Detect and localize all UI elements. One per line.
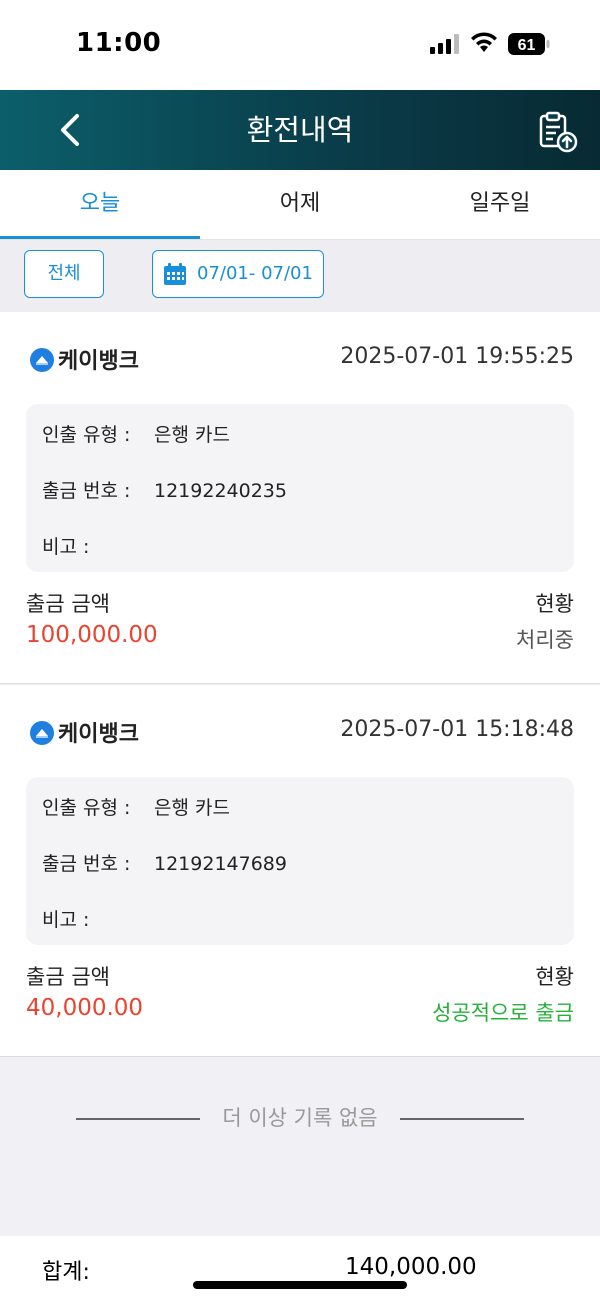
back-button[interactable]: [50, 110, 90, 150]
note-row: 비고 :: [42, 532, 154, 559]
filter-bar: 전체 07/01- 07/01: [0, 240, 600, 312]
cellular-signal-icon: [430, 34, 459, 54]
amount-value: 40,000.00: [26, 995, 144, 1021]
withdraw-type-row: 인출 유형 : 은행 카드: [42, 420, 230, 447]
battery-icon: 61: [508, 33, 550, 55]
divider-right: [400, 1118, 524, 1120]
tab-yesterday[interactable]: 어제: [200, 170, 400, 240]
end-of-list-note: 더 이상 기록 없음: [0, 1100, 600, 1136]
withdraw-type-label: 인출 유형 :: [42, 797, 131, 819]
note-label: 비고 :: [42, 536, 90, 558]
order-number-row: 출금 번호 : 12192147689: [42, 849, 287, 876]
total-label: 합계:: [42, 1260, 90, 1285]
bank-name: 케이뱅크: [58, 722, 139, 747]
record-datetime: 2025-07-01 19:55:25: [340, 344, 574, 369]
record-details: 인출 유형 : 은행 카드 출금 번호 : 12192147689 비고 :: [26, 777, 574, 945]
total-bar: 합계: 140,000.00: [0, 1236, 600, 1301]
order-number-row: 출금 번호 : 12192240235: [42, 476, 287, 503]
chevron-left-icon: [61, 114, 79, 146]
tab-week[interactable]: 일주일: [400, 170, 600, 240]
tab-active-indicator: [0, 236, 200, 239]
status-value: 성공적으로 출금: [432, 1001, 574, 1025]
filter-all-button[interactable]: 전체: [24, 250, 104, 298]
bank-logo-icon: [30, 721, 54, 745]
amount-label: 출금 금액: [26, 965, 110, 989]
withdraw-type-row: 인출 유형 : 은행 카드: [42, 793, 230, 820]
bank-logo-icon: [30, 348, 54, 372]
withdraw-type-value: 은행 카드: [154, 424, 230, 446]
date-range-text: 07/01- 07/01: [197, 263, 313, 284]
record-datetime: 2025-07-01 15:18:48: [340, 717, 574, 742]
status-label: 현황: [535, 592, 574, 616]
calendar-icon: [164, 263, 186, 285]
date-tabs: 오늘 어제 일주일: [0, 170, 600, 240]
end-of-list-text: 더 이상 기록 없음: [222, 1106, 378, 1130]
status-bar: 11:00 61: [0, 0, 600, 90]
amount-label: 출금 금액: [26, 592, 110, 616]
page-title: 환전내역: [246, 113, 354, 147]
clipboard-upload-icon[interactable]: [536, 110, 580, 154]
status-label: 현황: [535, 965, 574, 989]
order-number-value: 12192240235: [154, 480, 287, 502]
home-indicator[interactable]: [193, 1281, 407, 1289]
tab-today[interactable]: 오늘: [0, 170, 200, 240]
bank-name: 케이뱅크: [58, 349, 139, 374]
note-row: 비고 :: [42, 905, 154, 932]
date-range-button[interactable]: 07/01- 07/01: [152, 250, 324, 298]
record-item[interactable]: 케이뱅크 2025-07-01 19:55:25 인출 유형 : 은행 카드 출금…: [0, 312, 600, 684]
order-number-label: 출금 번호 :: [42, 853, 131, 875]
status-time: 11:00: [76, 28, 162, 58]
amount-value: 100,000.00: [26, 622, 158, 648]
wifi-icon: [471, 32, 497, 52]
record-details: 인출 유형 : 은행 카드 출금 번호 : 12192240235 비고 :: [26, 404, 574, 572]
battery-level: 61: [518, 37, 536, 54]
total-value: 140,000.00: [345, 1254, 477, 1280]
order-number-value: 12192147689: [154, 853, 287, 875]
order-number-label: 출금 번호 :: [42, 480, 131, 502]
withdraw-type-value: 은행 카드: [154, 797, 230, 819]
record-item[interactable]: 케이뱅크 2025-07-01 15:18:48 인출 유형 : 은행 카드 출금…: [0, 685, 600, 1057]
note-label: 비고 :: [42, 909, 90, 931]
header-bar: 환전내역: [0, 90, 600, 170]
withdraw-type-label: 인출 유형 :: [42, 424, 131, 446]
status-value: 처리중: [516, 628, 574, 652]
